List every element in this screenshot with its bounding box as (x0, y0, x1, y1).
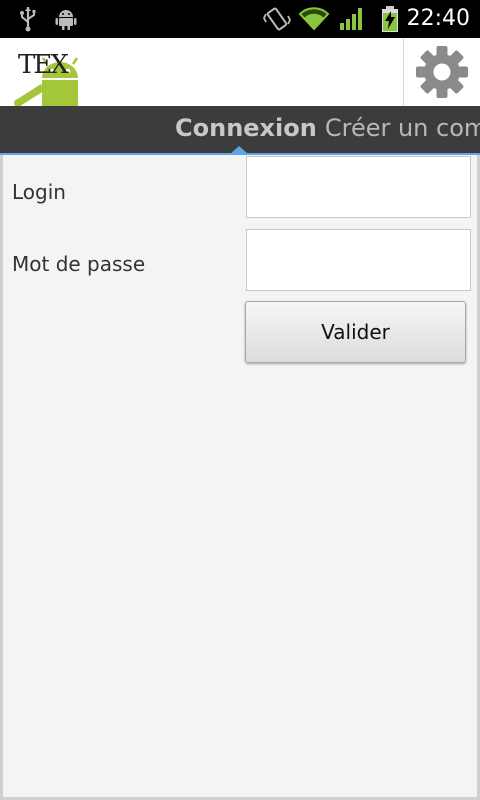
settings-button[interactable] (404, 38, 480, 106)
logo-text: TEX (18, 50, 69, 80)
clock: 22:40 (406, 6, 470, 31)
vibrate-icon (262, 0, 292, 38)
app-logo[interactable]: TEX (14, 46, 86, 107)
active-tab-indicator (230, 146, 248, 154)
tab-connexion[interactable]: Connexion (175, 106, 317, 150)
status-bar: 22:40 (0, 0, 480, 38)
android-debug-icon (52, 0, 80, 38)
login-input[interactable] (246, 156, 471, 218)
tab-create-account[interactable]: Créer un com (325, 106, 480, 150)
usb-icon (14, 0, 42, 38)
login-form: Login Mot de passe (0, 155, 480, 800)
wifi-icon (298, 0, 330, 38)
battery-charging-icon (378, 0, 402, 38)
password-input[interactable] (246, 229, 471, 291)
login-label: Login (12, 180, 66, 204)
password-label: Mot de passe (12, 252, 146, 276)
gear-icon (416, 46, 468, 98)
action-bar: TEX (0, 38, 480, 107)
signal-icon (338, 0, 366, 38)
submit-button[interactable]: Valider (245, 301, 466, 363)
